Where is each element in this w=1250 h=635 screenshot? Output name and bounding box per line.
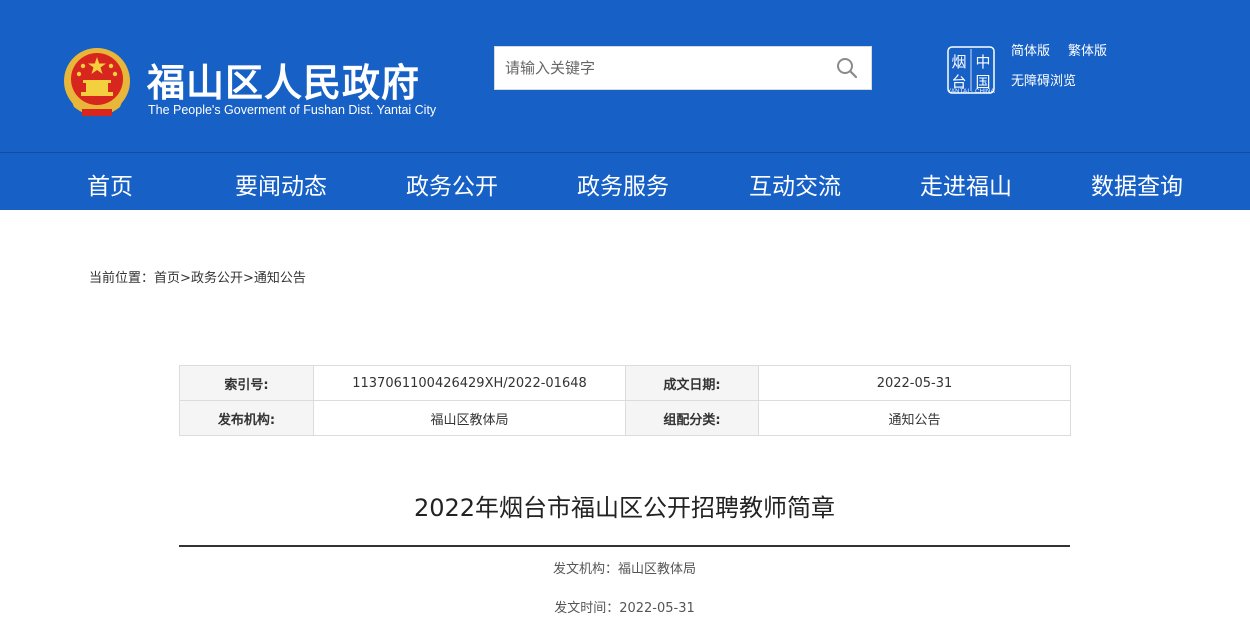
breadcrumb-item-gov-affairs[interactable]: 政务公开 xyxy=(191,271,243,286)
publisher-value: 福山区教体局 xyxy=(313,400,626,436)
search-box xyxy=(494,46,872,90)
category-value: 通知公告 xyxy=(758,400,1071,436)
index-number-label: 索引号: xyxy=(179,365,314,401)
written-date-value: 2022-05-31 xyxy=(758,365,1071,401)
article-title: 2022年烟台市福山区公开招聘教师简章 xyxy=(413,494,836,522)
nav-item-data-query[interactable]: 数据查询 xyxy=(1091,167,1183,201)
date-line: 发文时间：2022-05-31 xyxy=(179,597,1070,616)
breadcrumb-separator: > xyxy=(180,271,191,286)
written-date-label: 成文日期: xyxy=(625,365,759,401)
nav-item-news[interactable]: 要闻动态 xyxy=(235,167,327,201)
nav-item-about-fushan[interactable]: 走进福山 xyxy=(920,167,1012,201)
issuer-line: 发文机构：福山区教体局 xyxy=(179,558,1070,577)
nav-item-gov-services[interactable]: 政务服务 xyxy=(577,167,669,201)
breadcrumb-separator: > xyxy=(242,271,254,286)
date-value: 2022-05-31 xyxy=(619,601,695,616)
table-row: 索引号: 1137061100426429XH/2022-01648 成文日期:… xyxy=(179,365,1071,401)
breadcrumb: 当前位置：首页>政务公开>通知公告 xyxy=(89,267,306,286)
breadcrumb-prefix: 当前位置： xyxy=(89,271,155,286)
nav-item-gov-affairs-disclosure[interactable]: 政务公开 xyxy=(406,167,498,201)
issuer-label: 发文机构： xyxy=(552,562,618,577)
simplified-chinese-link[interactable]: 简体版 xyxy=(1011,40,1050,59)
site-subtitle: The People's Goverment of Fushan Dist. Y… xyxy=(148,103,437,117)
document-meta-table: 索引号: 1137061100426429XH/2022-01648 成文日期:… xyxy=(179,365,1071,436)
site-header: 福山区人民政府 The People's Goverment of Fushan… xyxy=(0,0,1250,152)
svg-text:烟: 烟 xyxy=(951,53,966,71)
svg-text:中: 中 xyxy=(975,53,990,71)
title-divider xyxy=(179,545,1070,547)
nav-item-interaction[interactable]: 互动交流 xyxy=(749,167,841,201)
category-label: 组配分类: xyxy=(625,400,759,436)
date-label: 发文时间： xyxy=(554,601,620,616)
main-nav: 首页 要闻动态 政务公开 政务服务 互动交流 走进福山 数据查询 xyxy=(0,152,1250,210)
issuer-value: 福山区教体局 xyxy=(618,562,697,577)
table-row: 发布机构: 福山区教体局 组配分类: 通知公告 xyxy=(179,400,1071,436)
search-input[interactable] xyxy=(495,47,825,89)
yantai-logo-caption: YANTAI · CHINA xyxy=(947,89,995,95)
breadcrumb-item-notices[interactable]: 通知公告 xyxy=(254,271,306,286)
breadcrumb-item-home[interactable]: 首页 xyxy=(154,271,180,286)
site-title[interactable]: 福山区人民政府 xyxy=(147,52,420,107)
nav-item-home[interactable]: 首页 xyxy=(87,167,133,201)
index-number-value: 1137061100426429XH/2022-01648 xyxy=(313,365,626,401)
traditional-chinese-link[interactable]: 繁体版 xyxy=(1068,40,1107,59)
search-icon[interactable] xyxy=(835,56,859,80)
accessible-browsing-link[interactable]: 无障碍浏览 xyxy=(1011,70,1076,89)
publisher-label: 发布机构: xyxy=(179,400,314,436)
national-emblem-icon[interactable] xyxy=(62,47,132,121)
